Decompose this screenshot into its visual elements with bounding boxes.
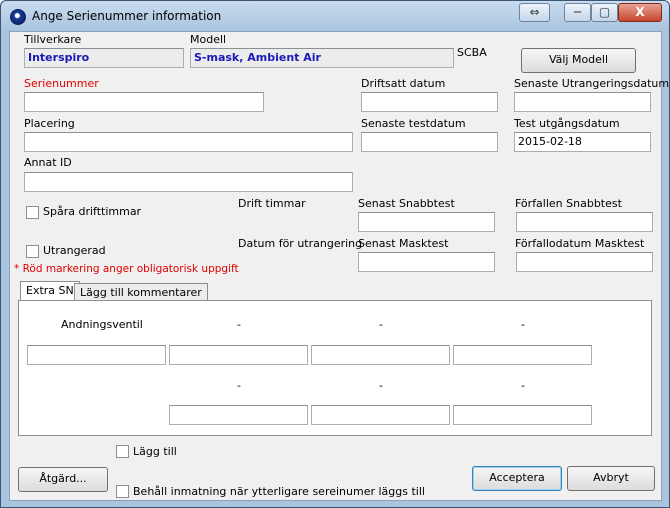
dialog-client-area: Tillverkare Interspiro Modell S-mask, Am…	[9, 31, 669, 501]
window-title: Ange Serienummer information	[32, 9, 222, 23]
annat-id-input[interactable]	[24, 172, 353, 192]
driftsatt-label: Driftsatt datum	[361, 77, 446, 90]
andningsventil-label: Andningsventil	[61, 318, 143, 331]
extra-sn-input[interactable]	[453, 405, 592, 425]
placering-input[interactable]	[24, 132, 353, 152]
minimize-button[interactable]: ─	[564, 3, 591, 22]
sn-dash-label: -	[521, 318, 525, 331]
senast-snabbtest-input[interactable]	[358, 212, 495, 232]
annat-id-label: Annat ID	[24, 156, 72, 169]
resize-button[interactable]: ⇔	[519, 3, 550, 22]
extra-sn-input[interactable]	[453, 345, 592, 365]
senast-snabbtest-label: Senast Snabbtest	[358, 197, 455, 210]
atgard-button[interactable]: Åtgärd...	[18, 467, 108, 492]
sn-dash-label: -	[237, 379, 241, 392]
sn-dash-label: -	[521, 379, 525, 392]
driftsatt-input[interactable]	[361, 92, 498, 112]
lagg-till-label: Lägg till	[133, 445, 177, 458]
spara-drifttimmar-label: Spåra drifttimmar	[43, 205, 142, 218]
avbryt-button[interactable]: Avbryt	[567, 466, 655, 491]
serienummer-label: Serienummer	[24, 77, 99, 90]
valj-modell-button[interactable]: Välj Modell	[521, 48, 636, 73]
extra-sn-panel: Andningsventil - - - - - -	[18, 300, 652, 436]
acceptera-button[interactable]: Acceptera	[472, 466, 562, 491]
test-utgang-label: Test utgångsdatum	[514, 117, 620, 130]
extra-sn-input[interactable]	[311, 405, 450, 425]
close-button[interactable]: X	[618, 3, 662, 22]
senaste-utrangering-label: Senaste Utrangeringsdatum	[514, 77, 670, 90]
senaste-utrangering-input[interactable]	[514, 92, 651, 112]
senast-masktest-input[interactable]	[358, 252, 495, 272]
lagg-till-checkbox[interactable]	[116, 445, 129, 458]
title-bar[interactable]: Ange Serienummer information ⇔ ─ ▢ X	[1, 1, 669, 31]
forfallen-snabbtest-input[interactable]	[516, 212, 653, 232]
serienummer-input[interactable]	[24, 92, 264, 112]
extra-sn-input[interactable]	[169, 345, 308, 365]
modell-label: Modell	[190, 33, 227, 46]
drift-timmar-label: Drift timmar	[238, 197, 306, 210]
placering-label: Placering	[24, 117, 75, 130]
behall-inmatning-checkbox[interactable]	[116, 485, 129, 498]
spara-drifttimmar-checkbox[interactable]	[26, 206, 39, 219]
behall-inmatning-label: Behåll inmatning när ytterligare sereinu…	[133, 485, 425, 498]
tillverkare-field: Interspiro	[24, 48, 184, 68]
maximize-button[interactable]: ▢	[591, 3, 618, 22]
forfallen-snabbtest-label: Förfallen Snabbtest	[515, 197, 622, 210]
tillverkare-label: Tillverkare	[24, 33, 82, 46]
sn-dash-label: -	[379, 318, 383, 331]
forfallodatum-masktest-label: Förfallodatum Masktest	[515, 237, 645, 250]
extra-sn-input[interactable]	[169, 405, 308, 425]
datum-utrangering-label: Datum för utrangering	[238, 237, 363, 250]
extra-sn-input[interactable]	[27, 345, 166, 365]
sn-dash-label: -	[379, 379, 383, 392]
scba-label: SCBA	[457, 46, 487, 59]
dialog-window: Ange Serienummer information ⇔ ─ ▢ X Til…	[0, 0, 670, 508]
sn-dash-label: -	[237, 318, 241, 331]
senast-masktest-label: Senast Masktest	[358, 237, 449, 250]
test-utgang-input[interactable]: 2015-02-18	[514, 132, 651, 152]
extra-sn-input[interactable]	[311, 345, 450, 365]
modell-field: S-mask, Ambient Air	[190, 48, 454, 68]
required-note: * Röd markering anger obligatorisk uppgi…	[14, 263, 239, 275]
forfallodatum-masktest-input[interactable]	[516, 252, 653, 272]
utrangerad-checkbox[interactable]	[26, 245, 39, 258]
senaste-test-label: Senaste testdatum	[361, 117, 466, 130]
utrangerad-label: Utrangerad	[43, 244, 106, 257]
senaste-test-input[interactable]	[361, 132, 498, 152]
app-globe-icon	[10, 9, 26, 25]
